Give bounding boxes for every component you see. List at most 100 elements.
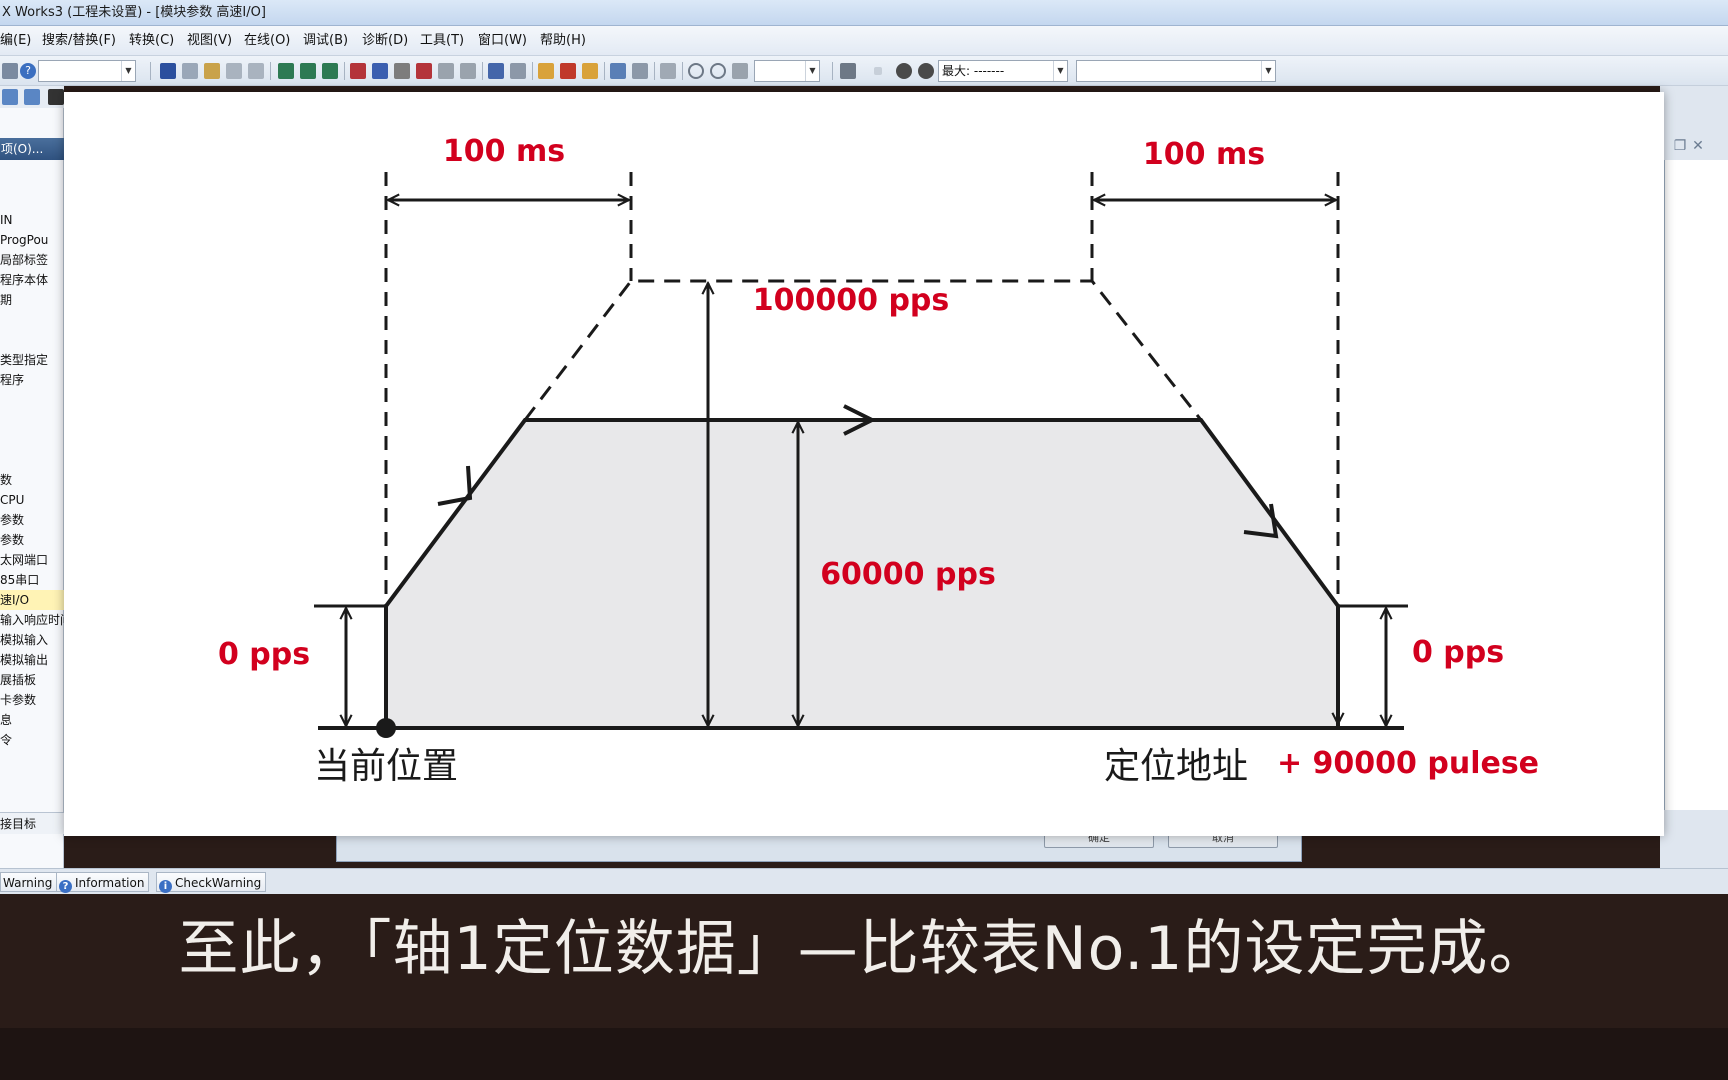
- zoom-combo[interactable]: ▼: [754, 60, 820, 82]
- nav-item[interactable]: 参数: [0, 530, 64, 550]
- menu-edit[interactable]: 编(E): [0, 26, 31, 56]
- stop-icon[interactable]: [874, 67, 882, 75]
- zoom-fit-icon[interactable]: [732, 63, 748, 79]
- nav-item[interactable]: 数: [0, 470, 64, 490]
- step-in-icon[interactable]: [538, 63, 554, 79]
- bottom-strip: [0, 1028, 1728, 1080]
- toolbar-combo-4[interactable]: ▼: [1076, 60, 1276, 82]
- speed-profile-diagram: 100 ms 100 ms 100000 pps 60000 pps 0 pps…: [64, 92, 1664, 836]
- check-all-icon[interactable]: [918, 63, 934, 79]
- chevron-down-icon: ▼: [805, 61, 819, 81]
- tab-information[interactable]: ? Information: [56, 872, 150, 893]
- decel-time-label: 100 ms: [1143, 137, 1265, 172]
- nav-item[interactable]: 类型指定: [0, 350, 64, 370]
- nav-item[interactable]: CPU: [0, 490, 64, 510]
- toolbar-separator: [150, 62, 151, 80]
- nav-header[interactable]: 项(O)...: [0, 138, 64, 160]
- chevron-down-icon: ▼: [121, 61, 135, 81]
- view-detail-icon[interactable]: [24, 89, 40, 105]
- nav-item[interactable]: 息: [0, 710, 64, 730]
- cross-ref-icon[interactable]: [610, 63, 626, 79]
- zoom-out-icon[interactable]: [710, 63, 726, 79]
- device-replace-icon[interactable]: [300, 63, 316, 79]
- nav-item[interactable]: 令: [0, 730, 64, 750]
- current-position-label: 当前位置: [314, 746, 458, 787]
- redo-icon[interactable]: [248, 63, 264, 79]
- help-icon[interactable]: ?: [20, 63, 36, 79]
- check-icon[interactable]: [896, 63, 912, 79]
- nav-item[interactable]: 参数: [0, 510, 64, 530]
- output-tab-bar: Warning ? Information i CheckWarning: [0, 868, 1728, 894]
- write-to-plc-icon[interactable]: [372, 63, 388, 79]
- device-usage-icon[interactable]: [632, 63, 648, 79]
- window-title: X Works3 (工程未设置) - [模块参数 高速I/O]: [2, 5, 266, 20]
- window-title-bar: X Works3 (工程未设置) - [模块参数 高速I/O]: [0, 0, 1728, 26]
- nav-item[interactable]: 展插板: [0, 670, 64, 690]
- tab-information-label: Information: [75, 876, 145, 890]
- menu-convert[interactable]: 转换(C): [129, 26, 174, 56]
- copy-icon[interactable]: [182, 63, 198, 79]
- nav-item[interactable]: 程序: [0, 370, 64, 390]
- cut-icon[interactable]: [160, 63, 176, 79]
- nav-item[interactable]: 85串口: [0, 570, 64, 590]
- device-list-icon[interactable]: [322, 63, 338, 79]
- nav-item[interactable]: 卡参数: [0, 690, 64, 710]
- monitor-start-icon[interactable]: [416, 63, 432, 79]
- toolbar-separator: [832, 62, 833, 80]
- read-from-plc-icon[interactable]: [350, 63, 366, 79]
- settings-icon[interactable]: [2, 63, 18, 79]
- step-over-icon[interactable]: [560, 63, 576, 79]
- info-circle-icon: i: [159, 880, 172, 893]
- batch-monitor-icon[interactable]: [510, 63, 526, 79]
- view-list-icon[interactable]: [2, 89, 18, 105]
- tab-warning-label: Warning: [3, 876, 53, 890]
- menu-diagnose[interactable]: 诊断(D): [362, 26, 408, 56]
- monitor-write-icon[interactable]: [460, 63, 476, 79]
- toolbar-separator: [682, 62, 683, 80]
- nav-item-high-speed-io[interactable]: 速I/O: [0, 590, 64, 610]
- monitor-stop-icon[interactable]: [438, 63, 454, 79]
- paste-icon[interactable]: [204, 63, 220, 79]
- nav-item[interactable]: 输入响应时间: [0, 610, 64, 630]
- nav-item[interactable]: 太网端口: [0, 550, 64, 570]
- display-mode-icon[interactable]: [840, 63, 856, 79]
- nav-item[interactable]: 局部标签: [0, 250, 64, 270]
- nav-item[interactable]: 程序本体: [0, 270, 64, 290]
- nav-item[interactable]: 期: [0, 290, 64, 310]
- device-search-icon[interactable]: [278, 63, 294, 79]
- tab-check-warning-label: CheckWarning: [175, 876, 262, 890]
- target-pulse-label: + 90000 pulese: [1277, 746, 1539, 781]
- restore-icon[interactable]: ❐: [1672, 138, 1688, 154]
- navigation-panel: 项(O)... IN ProgPou 局部标签 程序本体 期 类型指定 程序 数…: [0, 108, 64, 868]
- nav-item[interactable]: IN: [0, 210, 64, 230]
- nav-item[interactable]: 模拟输入: [0, 630, 64, 650]
- menu-help[interactable]: 帮助(H): [540, 26, 586, 56]
- nav-item[interactable]: ProgPou: [0, 230, 64, 250]
- zoom-in-icon[interactable]: [688, 63, 704, 79]
- toolbar-combo-1[interactable]: ▼: [38, 60, 136, 82]
- building-icon[interactable]: [48, 89, 64, 105]
- tab-warning[interactable]: Warning: [0, 872, 58, 892]
- verify-icon[interactable]: [394, 63, 410, 79]
- nav-connection-target[interactable]: 接目标: [0, 812, 64, 834]
- menu-debug[interactable]: 调试(B): [303, 26, 348, 56]
- accel-direction-arrow: [437, 465, 473, 506]
- menu-search-replace[interactable]: 搜索/替换(F): [42, 26, 116, 56]
- menu-window[interactable]: 窗口(W): [478, 26, 527, 56]
- device-test-icon[interactable]: [488, 63, 504, 79]
- max-scan-combo[interactable]: 最大: ------- ▼: [938, 60, 1068, 82]
- window-arrange-icon[interactable]: [660, 63, 676, 79]
- nav-item[interactable]: 模拟输出: [0, 650, 64, 670]
- target-address-label: 定位地址: [1104, 746, 1248, 787]
- menu-tools[interactable]: 工具(T): [420, 26, 464, 56]
- menu-online[interactable]: 在线(O): [244, 26, 290, 56]
- undo-icon[interactable]: [226, 63, 242, 79]
- tab-check-warning[interactable]: i CheckWarning: [156, 872, 267, 893]
- chevron-down-icon: ▼: [1261, 61, 1275, 81]
- toolbar-separator: [654, 62, 655, 80]
- max-speed-label: 100000 pps: [753, 283, 950, 318]
- close-icon[interactable]: ✕: [1690, 138, 1706, 154]
- menu-view[interactable]: 视图(V): [187, 26, 232, 56]
- toolbar-separator: [604, 62, 605, 80]
- step-out-icon[interactable]: [582, 63, 598, 79]
